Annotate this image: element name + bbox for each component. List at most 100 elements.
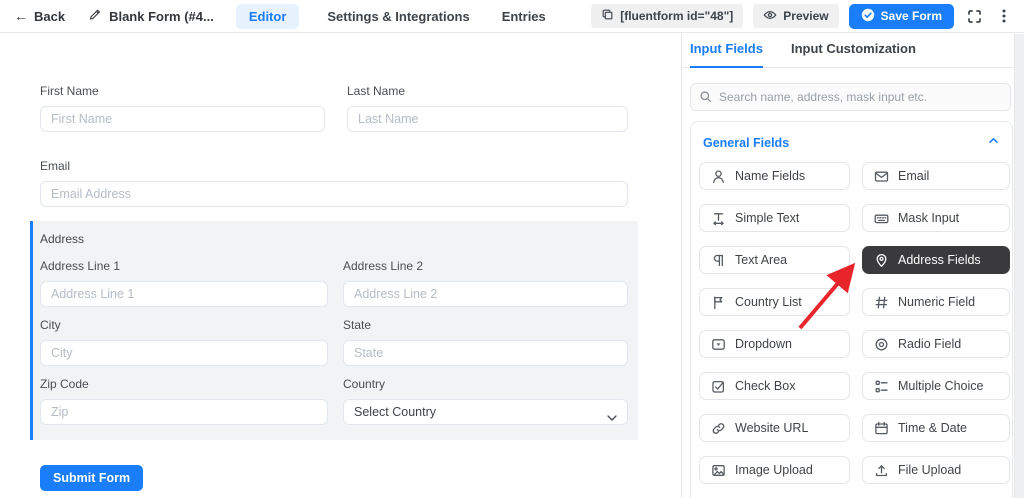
copy-icon [601,8,614,24]
address-line2-input[interactable] [343,281,628,307]
field-type-label: Simple Text [735,211,799,225]
field-type-button[interactable]: Name Fields [699,162,850,190]
field-buttons-grid: Name Fields Email Simple Text Mask Input Tex… [691,162,1012,498]
editor-sidebar: Input Fields Input Customization General… [681,34,1024,498]
back-arrow-icon: ← [14,9,28,23]
first-name-label: First Name [40,84,325,98]
fullscreen-icon[interactable] [964,6,984,26]
state-input[interactable] [343,340,628,366]
field-type-label: Name Fields [735,169,805,183]
email-input[interactable] [40,181,628,207]
tab-entries[interactable]: Entries [498,4,550,29]
checkbox-icon [711,379,726,394]
field-type-label: Text Area [735,253,787,267]
field-type-button[interactable]: Email [862,162,1010,190]
search-icon [699,90,712,108]
hash-icon [874,295,889,310]
tab-editor[interactable]: Editor [236,4,300,29]
general-fields-header[interactable]: General Fields [691,122,1012,152]
image-icon [711,463,726,478]
field-type-button[interactable]: Check Box [699,372,850,400]
email-field-row[interactable]: Email [40,159,628,207]
field-type-button[interactable]: Website URL [699,414,850,442]
country-select-value: Select Country [354,405,436,419]
field-type-button[interactable]: Numeric Field [862,288,1010,316]
field-type-label: Address Fields [898,253,981,267]
name-fields-row[interactable]: First Name Last Name [40,84,628,132]
field-type-button[interactable]: Address Fields [862,246,1010,274]
tab-settings-integrations[interactable]: Settings & Integrations [323,4,473,29]
country-label: Country [343,377,628,391]
more-menu-icon[interactable] [994,6,1014,26]
map-pin-icon [874,253,889,268]
text-cursor-icon [711,211,726,226]
back-label: Back [34,9,65,24]
radio-icon [874,337,889,352]
field-type-label: Image Upload [735,463,813,477]
field-type-label: Email [898,169,929,183]
shortcode-label: [fluentform id="48"] [620,9,733,23]
address-fields-group[interactable]: Address Address Line 1 Address Line 2 Ci… [30,221,638,440]
dropdown-icon [711,337,726,352]
eye-icon [763,8,777,25]
address-line2-label: Address Line 2 [343,259,628,273]
tab-input-customization[interactable]: Input Customization [791,34,916,68]
form-editor-canvas: First Name Last Name Email Address Addre… [0,34,681,498]
general-fields-panel: General Fields Name Fields Email Simple Te… [690,121,1013,498]
field-type-button[interactable]: Multiple Choice [862,372,1010,400]
last-name-label: Last Name [347,84,628,98]
field-type-button[interactable]: Radio Field [862,330,1010,358]
field-type-label: Check Box [735,379,795,393]
preview-button[interactable]: Preview [753,4,838,28]
field-type-button[interactable]: File Upload [862,456,1010,484]
field-type-label: Country List [735,295,802,309]
submit-form-button[interactable]: Submit Form [40,465,143,491]
save-form-label: Save Form [881,9,942,23]
first-name-input[interactable] [40,106,325,132]
chevron-up-icon [987,134,1000,152]
field-type-label: Numeric Field [898,295,975,309]
search-input[interactable] [690,83,1011,111]
multiple-choice-icon [874,379,889,394]
field-type-button[interactable]: Dropdown [699,330,850,358]
field-search [690,83,1010,111]
calendar-icon [874,421,889,436]
field-type-button[interactable]: Image Upload [699,456,850,484]
field-type-button[interactable]: Country List [699,288,850,316]
field-type-button[interactable]: Simple Text [699,204,850,232]
field-type-label: Website URL [735,421,808,435]
user-icon [711,169,726,184]
field-type-button[interactable]: Time & Date [862,414,1010,442]
field-type-button[interactable]: Text Area [699,246,850,274]
last-name-input[interactable] [347,106,628,132]
chevron-down-icon [607,410,617,424]
address-line1-label: Address Line 1 [40,259,328,273]
field-type-label: Dropdown [735,337,792,351]
preview-label: Preview [783,9,828,23]
envelope-icon [874,169,889,184]
country-select[interactable]: Select Country [343,399,628,425]
sidebar-scrollbar[interactable] [1014,34,1024,498]
form-title[interactable]: Blank Form (#4... [89,8,214,24]
shortcode-button[interactable]: [fluentform id="48"] [591,4,743,28]
back-button[interactable]: ← Back [14,9,65,24]
city-label: City [40,318,328,332]
pilcrow-icon [711,253,726,268]
top-bar: ← Back Blank Form (#4... Editor Settings… [0,0,1024,33]
check-circle-icon [861,8,875,25]
field-type-label: Radio Field [898,337,961,351]
upload-icon [874,463,889,478]
save-form-button[interactable]: Save Form [849,4,954,29]
field-type-label: Time & Date [898,421,967,435]
field-type-label: Mask Input [898,211,959,225]
zip-label: Zip Code [40,377,328,391]
tab-input-fields[interactable]: Input Fields [690,34,763,68]
zip-input[interactable] [40,399,328,425]
field-type-button[interactable]: Mask Input [862,204,1010,232]
address-line1-input[interactable] [40,281,328,307]
address-group-title: Address [40,232,638,246]
form-title-label: Blank Form (#4... [109,9,214,24]
city-input[interactable] [40,340,328,366]
pencil-icon [89,8,102,24]
general-fields-title: General Fields [703,136,789,150]
